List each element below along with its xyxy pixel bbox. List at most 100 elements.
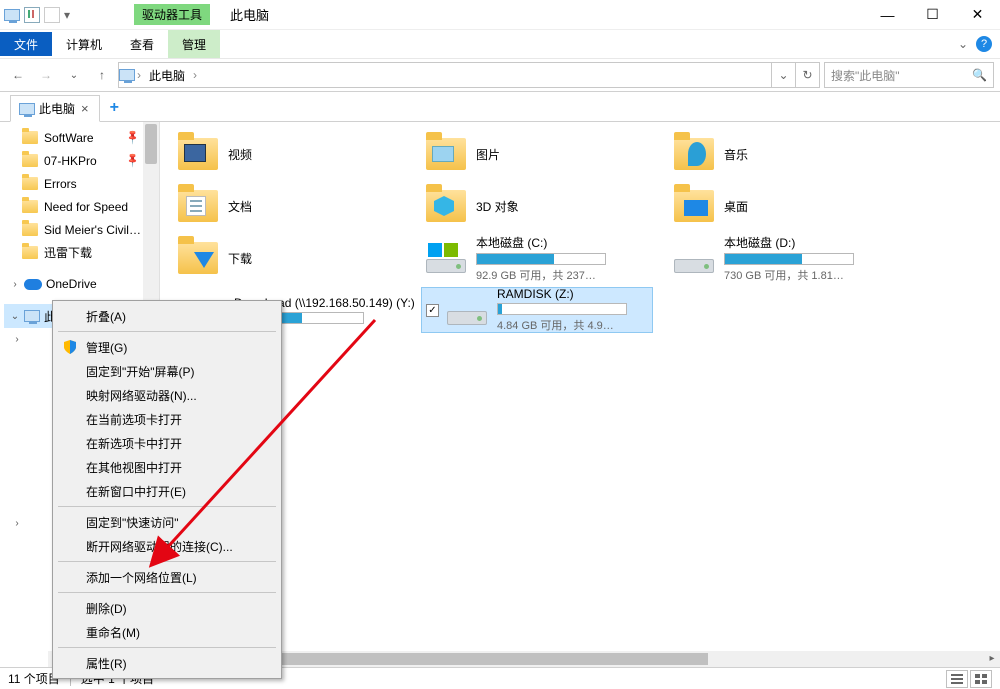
search-icon[interactable]: 🔍: [972, 68, 987, 82]
search-box[interactable]: 搜索"此电脑" 🔍: [824, 62, 994, 88]
ctx-map-drive[interactable]: 映射网络驱动器(N)...: [56, 383, 278, 407]
titlebar: ▾ 驱动器工具 此电脑 — ☐ ✕: [0, 0, 1000, 30]
refresh-button[interactable]: ↻: [795, 63, 819, 87]
sidebar-item[interactable]: Errors: [4, 172, 159, 195]
folder-icon: [426, 134, 466, 174]
search-placeholder: 搜索"此电脑": [831, 67, 900, 84]
breadcrumb-root[interactable]: 此电脑: [143, 63, 191, 87]
contextual-tab-header: 驱动器工具: [134, 4, 210, 25]
chevron-right-icon[interactable]: ›: [10, 279, 20, 290]
sidebar-onedrive[interactable]: ›OneDrive: [4, 272, 159, 296]
folder-item-music[interactable]: 音乐: [670, 132, 900, 176]
close-button[interactable]: ✕: [955, 0, 1000, 30]
menu-separator: [58, 592, 276, 593]
nav-bar: ← → ⌄ ↑ › 此电脑 › ⌄ ↻ 搜索"此电脑" 🔍: [0, 58, 1000, 92]
new-tab-button[interactable]: +: [102, 95, 127, 121]
ctx-pin-quick[interactable]: 固定到"快速访问": [56, 510, 278, 534]
folder-icon: [22, 154, 38, 167]
ctx-collapse[interactable]: 折叠(A): [56, 304, 278, 328]
recent-dropdown[interactable]: ⌄: [62, 63, 86, 87]
drive-icon: [447, 290, 487, 330]
file-tab[interactable]: 文件: [0, 32, 52, 56]
sidebar-item[interactable]: 迅雷下载: [4, 241, 159, 264]
tab-close-icon[interactable]: ×: [79, 101, 91, 116]
folder-item-3d[interactable]: 3D 对象: [422, 184, 652, 228]
drive-item-c[interactable]: 本地磁盘 (C:)92.9 GB 可用，共 237…: [422, 236, 652, 280]
qat-new-icon[interactable]: [44, 7, 60, 23]
scroll-right-icon[interactable]: ▸: [984, 651, 1000, 667]
context-menu: 折叠(A) 管理(G) 固定到"开始"屏幕(P) 映射网络驱动器(N)... 在…: [52, 300, 282, 679]
menu-separator: [58, 506, 276, 507]
up-button[interactable]: ↑: [90, 63, 114, 87]
folder-icon: [674, 134, 714, 174]
view-icons-button[interactable]: [970, 670, 992, 688]
capacity-bar: [476, 253, 606, 265]
ctx-manage[interactable]: 管理(G): [56, 335, 278, 359]
pc-icon: [24, 310, 40, 322]
capacity-bar: [724, 253, 854, 265]
qat-props-icon[interactable]: [24, 7, 40, 23]
view-details-button[interactable]: [946, 670, 968, 688]
folder-icon: [178, 134, 218, 174]
folder-item-downloads[interactable]: 下载: [174, 236, 404, 280]
minimize-button[interactable]: —: [865, 0, 910, 30]
ctx-properties[interactable]: 属性(R): [56, 651, 278, 675]
folder-item-desktop[interactable]: 桌面: [670, 184, 900, 228]
folder-icon: [22, 177, 38, 190]
checkbox[interactable]: ✓: [426, 304, 439, 317]
details-icon: [951, 674, 963, 684]
drive-item-z[interactable]: ✓ RAMDISK (Z:)4.84 GB 可用，共 4.9…: [422, 288, 652, 332]
computer-tab[interactable]: 计算机: [52, 30, 116, 58]
chevron-down-icon[interactable]: ⌄: [10, 311, 20, 322]
folder-icon: [178, 186, 218, 226]
folder-icon: [22, 246, 38, 259]
tab-label: 此电脑: [39, 100, 75, 117]
address-bar[interactable]: › 此电脑 › ⌄ ↻: [118, 62, 820, 88]
onedrive-icon: [24, 279, 42, 290]
sidebar-item[interactable]: SoftWare📌: [4, 126, 159, 149]
maximize-button[interactable]: ☐: [910, 0, 955, 30]
menu-separator: [58, 561, 276, 562]
scroll-thumb[interactable]: [145, 124, 157, 164]
tab-thispc[interactable]: 此电脑 ×: [10, 95, 100, 122]
content-pane[interactable]: 视频 图片 音乐 文档 3D 对象 桌面: [160, 122, 1000, 667]
sidebar-item[interactable]: Need for Speed: [4, 195, 159, 218]
icons-icon: [975, 674, 987, 684]
ctx-open-current-tab[interactable]: 在当前选项卡打开: [56, 407, 278, 431]
breadcrumb-sep[interactable]: ›: [135, 68, 143, 82]
folder-item-documents[interactable]: 文档: [174, 184, 404, 228]
menu-separator: [58, 331, 276, 332]
help-icon[interactable]: ?: [976, 36, 992, 52]
quick-access-toolbar: ▾: [0, 7, 74, 23]
ctx-pin-start[interactable]: 固定到"开始"屏幕(P): [56, 359, 278, 383]
ribbon-collapse-icon[interactable]: ⌄: [958, 37, 968, 51]
chevron-right-icon[interactable]: ›: [12, 334, 22, 345]
manage-tab[interactable]: 管理: [168, 30, 220, 58]
folder-icon: [178, 238, 218, 278]
address-dropdown[interactable]: ⌄: [771, 63, 795, 87]
window-title: 此电脑: [230, 5, 269, 24]
drive-icon: [674, 238, 714, 278]
folder-item-pictures[interactable]: 图片: [422, 132, 652, 176]
forward-button[interactable]: →: [34, 63, 58, 87]
sidebar-item[interactable]: 07-HKPro📌: [4, 149, 159, 172]
ctx-disconnect[interactable]: 断开网络驱动器的连接(C)...: [56, 534, 278, 558]
chevron-right-icon[interactable]: ›: [12, 518, 22, 529]
folder-icon: [674, 186, 714, 226]
sidebar-item[interactable]: Sid Meier's Civil…: [4, 218, 159, 241]
ctx-add-network-location[interactable]: 添加一个网络位置(L): [56, 565, 278, 589]
pin-icon: 📌: [124, 129, 141, 146]
ctx-open-other-view[interactable]: 在其他视图中打开: [56, 455, 278, 479]
qat-dropdown[interactable]: ▾: [64, 8, 70, 22]
ctx-delete[interactable]: 删除(D): [56, 596, 278, 620]
ctx-open-new-tab[interactable]: 在新选项卡中打开: [56, 431, 278, 455]
tabstrip: 此电脑 × +: [0, 92, 1000, 122]
drive-item-d[interactable]: 本地磁盘 (D:)730 GB 可用，共 1.81…: [670, 236, 900, 280]
folder-item-videos[interactable]: 视频: [174, 132, 404, 176]
back-button[interactable]: ←: [6, 63, 30, 87]
breadcrumb-sep[interactable]: ›: [191, 68, 199, 82]
pin-icon: 📌: [124, 152, 141, 169]
ctx-open-new-window[interactable]: 在新窗口中打开(E): [56, 479, 278, 503]
ctx-rename[interactable]: 重命名(M): [56, 620, 278, 644]
view-tab[interactable]: 查看: [116, 30, 168, 58]
